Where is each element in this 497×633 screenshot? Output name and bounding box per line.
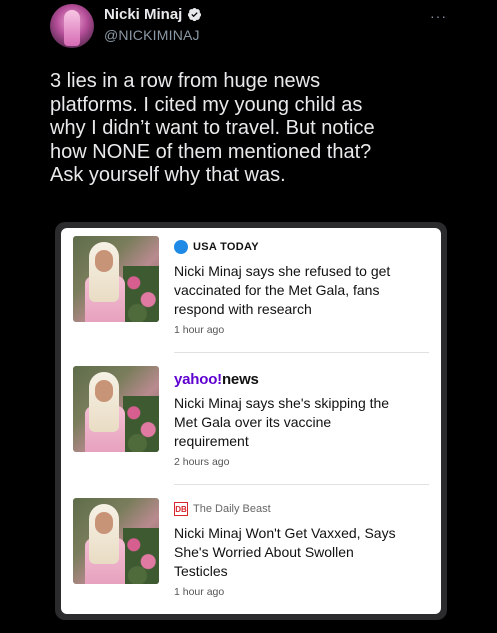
headline-line: Nicki Minaj Won't Get Vaxxed, Says bbox=[174, 525, 396, 541]
usa-today-logo-icon bbox=[174, 240, 188, 254]
source-name: The Daily Beast bbox=[193, 503, 271, 515]
author-display-name[interactable]: Nicki Minaj bbox=[104, 6, 182, 23]
avatar[interactable] bbox=[50, 4, 94, 48]
tweet-text-line: why I didn’t want to travel. But notice bbox=[50, 117, 375, 139]
yahoo-news-logo: yahoo!news bbox=[174, 371, 259, 388]
headline-line: She's Worried About Swollen bbox=[174, 544, 354, 560]
article-time: 1 hour ago bbox=[174, 324, 225, 336]
article-divider bbox=[174, 352, 429, 353]
article-headline: Nicki Minaj Won't Get Vaxxed, Says She's… bbox=[174, 524, 434, 581]
verified-badge-icon bbox=[188, 7, 202, 22]
thumbnail-flowers bbox=[123, 396, 159, 452]
headline-line: Nicki Minaj says she's skipping the bbox=[174, 395, 390, 411]
author-name-row: Nicki Minaj bbox=[104, 6, 202, 23]
more-options-icon[interactable]: ··· bbox=[430, 8, 447, 24]
headline-line: Met Gala over its vaccine bbox=[174, 414, 332, 430]
tweet-text: 3 lies in a row from huge news platforms… bbox=[50, 70, 480, 188]
article-headline: Nicki Minaj says she refused to get vacc… bbox=[174, 262, 434, 319]
tweet-text-line: how NONE of them mentioned that? bbox=[50, 140, 372, 163]
thumbnail-face bbox=[95, 250, 113, 272]
article-divider bbox=[174, 484, 429, 485]
tweet: Nicki Minaj @NICKIMINAJ ··· 3 lies in a … bbox=[0, 0, 497, 633]
thumbnail-flowers bbox=[123, 266, 159, 322]
article-time: 2 hours ago bbox=[174, 456, 230, 468]
tweet-text-line: 3 lies in a row from huge news bbox=[50, 70, 321, 92]
thumbnail-flowers bbox=[123, 528, 159, 584]
article-thumbnail bbox=[73, 366, 159, 452]
author-handle[interactable]: @NICKIMINAJ bbox=[104, 27, 200, 43]
article-headline: Nicki Minaj says she's skipping the Met … bbox=[174, 394, 434, 451]
news-screenshot: USA TODAY Nicki Minaj says she refused t… bbox=[61, 228, 441, 614]
attached-image[interactable]: USA TODAY Nicki Minaj says she refused t… bbox=[55, 222, 447, 620]
headline-line: Nicki Minaj says she refused to get bbox=[174, 263, 391, 279]
thumbnail-face bbox=[95, 512, 113, 534]
article-time: 1 hour ago bbox=[174, 586, 225, 598]
article-thumbnail bbox=[73, 498, 159, 584]
article-thumbnail bbox=[73, 236, 159, 322]
headline-line: respond with research bbox=[174, 301, 312, 317]
daily-beast-logo-icon: DB bbox=[174, 502, 188, 516]
yahoo-brand: yahoo! bbox=[174, 370, 222, 388]
headline-line: requirement bbox=[174, 433, 249, 449]
yahoo-news-suffix: news bbox=[221, 370, 259, 388]
article-source: DB The Daily Beast bbox=[174, 500, 271, 518]
tweet-text-line: platforms. I cited my young child as bbox=[50, 93, 363, 116]
news-article-dailybeast: DB The Daily Beast Nicki Minaj Won't Get… bbox=[61, 490, 441, 618]
news-article-usatoday: USA TODAY Nicki Minaj says she refused t… bbox=[61, 228, 441, 356]
headline-line: Testicles bbox=[174, 563, 228, 579]
avatar-figure bbox=[64, 10, 80, 46]
headline-line: vaccinated for the Met Gala, fans bbox=[174, 282, 380, 298]
article-source: USA TODAY bbox=[174, 238, 259, 256]
tweet-text-line: Ask yourself why that was. bbox=[50, 164, 286, 186]
thumbnail-face bbox=[95, 380, 113, 402]
news-article-yahoo: yahoo!news Nicki Minaj says she's skippi… bbox=[61, 358, 441, 486]
source-name: USA TODAY bbox=[193, 241, 259, 253]
article-source: yahoo!news bbox=[174, 370, 259, 388]
